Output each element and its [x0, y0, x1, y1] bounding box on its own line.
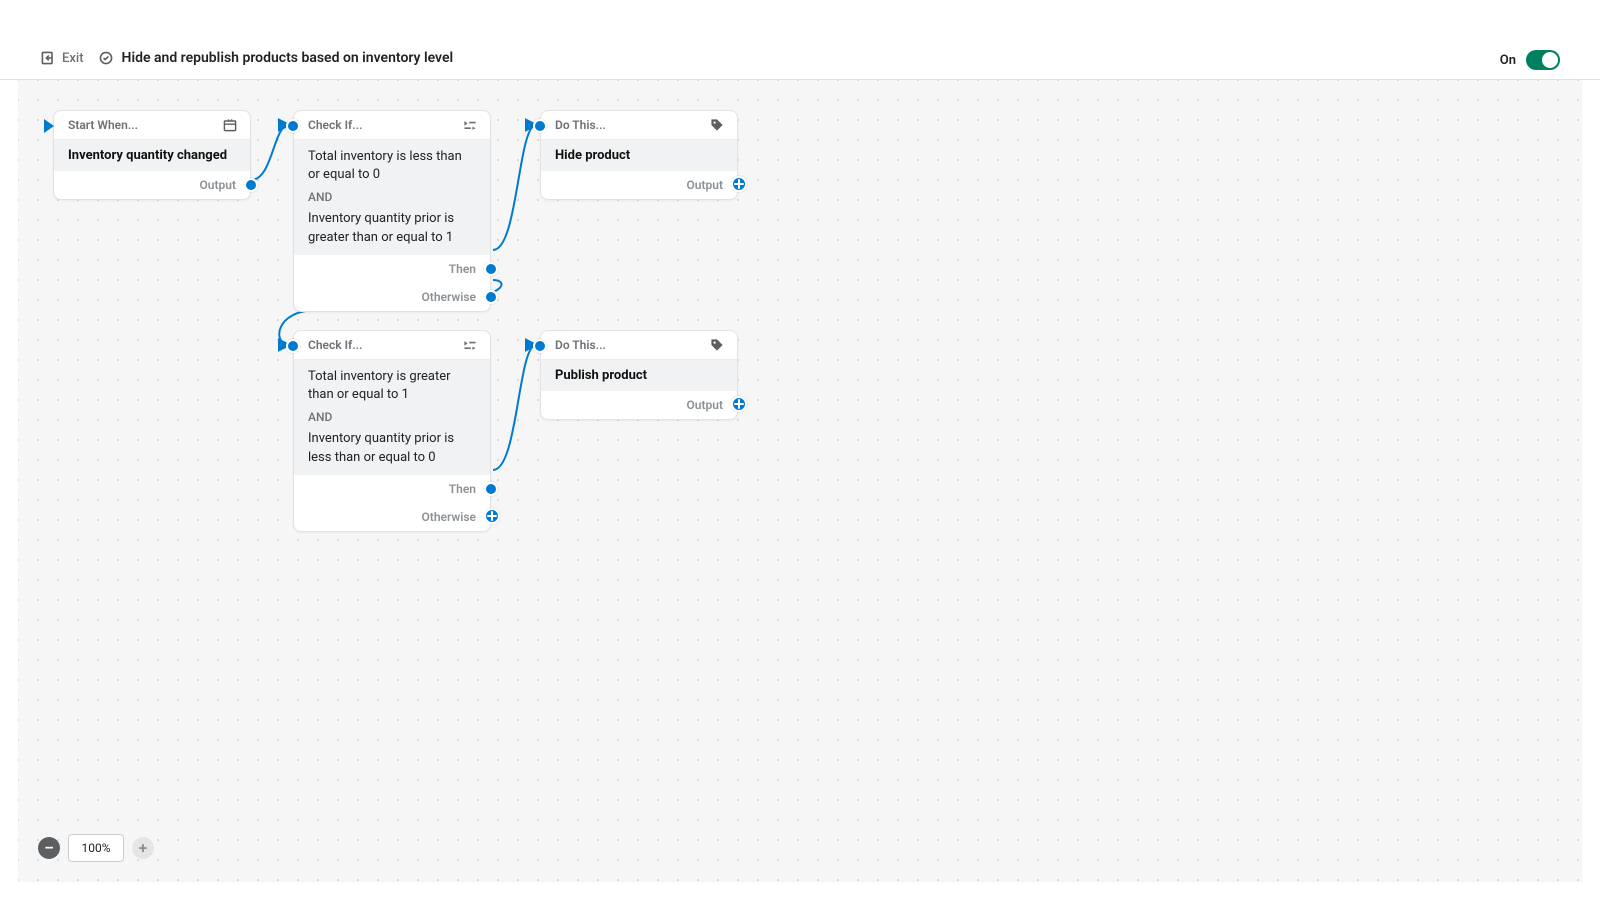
node-action-2[interactable]: Do This... Publish product Output — [540, 330, 738, 420]
node-header: Do This... — [555, 338, 606, 352]
add-otherwise-button[interactable] — [484, 508, 500, 524]
then-port[interactable] — [484, 482, 498, 496]
enable-toggle[interactable] — [1526, 50, 1560, 70]
workflow-canvas[interactable]: Start When... Inventory quantity changed… — [18, 80, 1582, 882]
output-label: Output — [200, 178, 236, 192]
output-label: Output — [687, 398, 723, 412]
header-bar: Exit Hide and republish products based o… — [0, 0, 1600, 80]
and-label: AND — [308, 190, 476, 204]
zoom-controls: – 100% + — [38, 834, 154, 862]
then-port[interactable] — [484, 262, 498, 276]
node-start[interactable]: Start When... Inventory quantity changed… — [53, 110, 251, 200]
condition-icon — [462, 337, 478, 357]
condition-text: Total inventory is greater than or equal… — [308, 368, 476, 404]
then-label: Then — [449, 262, 476, 276]
zoom-in-button[interactable]: + — [132, 837, 154, 859]
play-icon — [44, 119, 54, 133]
add-output-button[interactable] — [731, 176, 747, 192]
exit-label: Exit — [62, 51, 84, 66]
workflow-title: Hide and republish products based on inv… — [122, 50, 454, 66]
node-header: Check If... — [308, 118, 363, 132]
output-label: Output — [687, 178, 723, 192]
node-body-text: Inventory quantity changed — [68, 148, 236, 163]
condition-text: Inventory quantity prior is less than or… — [308, 430, 476, 466]
condition-text: Total inventory is less than or equal to… — [308, 148, 476, 184]
otherwise-port[interactable] — [484, 290, 498, 304]
and-label: AND — [308, 410, 476, 424]
toggle-label: On — [1500, 53, 1516, 68]
otherwise-label: Otherwise — [422, 290, 476, 304]
trigger-type-icon — [222, 117, 238, 137]
add-output-button[interactable] — [731, 396, 747, 412]
status-icon — [98, 50, 114, 66]
condition-text: Inventory quantity prior is greater than… — [308, 210, 476, 246]
tag-icon — [709, 337, 725, 357]
node-header: Start When... — [68, 118, 138, 132]
node-action-1[interactable]: Do This... Hide product Output — [540, 110, 738, 200]
output-port[interactable] — [244, 178, 258, 192]
then-label: Then — [449, 482, 476, 496]
zoom-level[interactable]: 100% — [68, 834, 124, 862]
exit-button[interactable]: Exit — [40, 50, 84, 66]
tag-icon — [709, 117, 725, 137]
node-header: Check If... — [308, 338, 363, 352]
zoom-out-button[interactable]: – — [38, 837, 60, 859]
connectors-layer — [18, 80, 1582, 882]
node-check-1[interactable]: Check If... Total inventory is less than… — [293, 110, 491, 312]
node-body-text: Publish product — [555, 368, 723, 383]
exit-icon — [40, 50, 56, 66]
node-check-2[interactable]: Check If... Total inventory is greater t… — [293, 330, 491, 532]
node-header: Do This... — [555, 118, 606, 132]
otherwise-label: Otherwise — [422, 510, 476, 524]
condition-icon — [462, 117, 478, 137]
node-body-text: Hide product — [555, 148, 723, 163]
